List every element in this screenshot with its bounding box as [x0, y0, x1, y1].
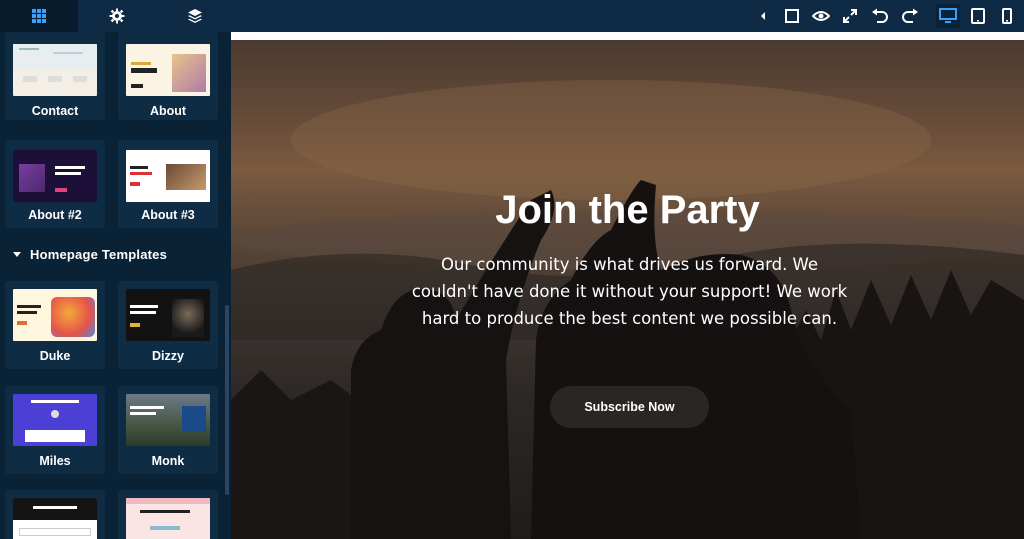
- template-card[interactable]: [5, 490, 105, 539]
- card-label: Miles: [39, 454, 71, 468]
- card-label: About: [149, 104, 187, 118]
- responsive-frame-button[interactable]: [780, 4, 804, 28]
- square-icon: [785, 9, 799, 23]
- template-thumbnail: [126, 44, 210, 96]
- tablet-icon: [971, 8, 985, 24]
- template-thumbnail: [126, 498, 210, 539]
- top-toolbar: [0, 0, 1024, 32]
- template-card-contact[interactable]: Contact: [5, 32, 105, 120]
- layers-icon: [188, 9, 202, 23]
- tab-widgets[interactable]: [0, 0, 78, 32]
- editor-canvas: Join the Party Our community is what dri…: [231, 32, 1024, 539]
- mobile-icon: [1002, 8, 1012, 24]
- card-label: About #3: [141, 208, 195, 222]
- template-thumbnail: [126, 289, 210, 341]
- undo-icon: [872, 8, 888, 23]
- tab-settings[interactable]: [78, 0, 156, 32]
- template-card-about[interactable]: About: [118, 32, 218, 120]
- section-toggle-homepage-templates[interactable]: Homepage Templates: [12, 245, 167, 263]
- card-label: Contact: [31, 104, 79, 118]
- template-card-duke[interactable]: Duke: [5, 281, 105, 369]
- tablet-view-button[interactable]: [966, 4, 990, 28]
- card-label: Duke: [39, 349, 71, 363]
- template-card-dizzy[interactable]: Dizzy: [118, 281, 218, 369]
- caret-down-icon: [13, 252, 21, 257]
- template-card-about-2[interactable]: About #2: [5, 140, 105, 228]
- hero-title: Join the Party: [495, 188, 760, 232]
- desktop-view-button[interactable]: [936, 4, 960, 28]
- collapse-panel-button[interactable]: [751, 4, 775, 28]
- undo-button[interactable]: [868, 4, 892, 28]
- card-label: Monk: [151, 454, 185, 468]
- gear-icon: [109, 8, 125, 24]
- fullscreen-icon: [843, 9, 857, 23]
- template-thumbnail: [13, 44, 97, 96]
- subscribe-button[interactable]: Subscribe Now: [550, 386, 709, 428]
- template-card-monk[interactable]: Monk: [118, 386, 218, 474]
- template-card[interactable]: [118, 490, 218, 539]
- redo-button[interactable]: [898, 4, 922, 28]
- template-thumbnail: [13, 289, 97, 341]
- template-thumbnail: [13, 150, 97, 202]
- grid-icon: [32, 9, 46, 23]
- hero-description: Our community is what drives us forward.…: [411, 255, 848, 328]
- template-thumbnail: [13, 394, 97, 446]
- template-card-about-3[interactable]: About #3: [118, 140, 218, 228]
- preview-button[interactable]: [809, 4, 833, 28]
- redo-icon: [902, 8, 918, 23]
- card-label: About #2: [28, 208, 82, 222]
- tab-layers[interactable]: [156, 0, 234, 32]
- section-title: Homepage Templates: [30, 246, 168, 262]
- template-thumbnail: [13, 498, 97, 539]
- template-thumbnail: [126, 150, 210, 202]
- template-card-miles[interactable]: Miles: [5, 386, 105, 474]
- fullscreen-button[interactable]: [838, 4, 862, 28]
- template-sidebar: Contact About About #2 About #3 Homepage…: [0, 32, 231, 539]
- template-thumbnail: [126, 394, 210, 446]
- card-label: Dizzy: [152, 349, 184, 363]
- caret-left-icon: [761, 12, 765, 20]
- desktop-icon: [939, 8, 957, 23]
- mobile-view-button[interactable]: [995, 4, 1019, 28]
- sidebar-scrollbar[interactable]: [225, 305, 229, 495]
- eye-icon: [812, 11, 830, 21]
- hero-section[interactable]: Join the Party Our community is what dri…: [231, 40, 1024, 539]
